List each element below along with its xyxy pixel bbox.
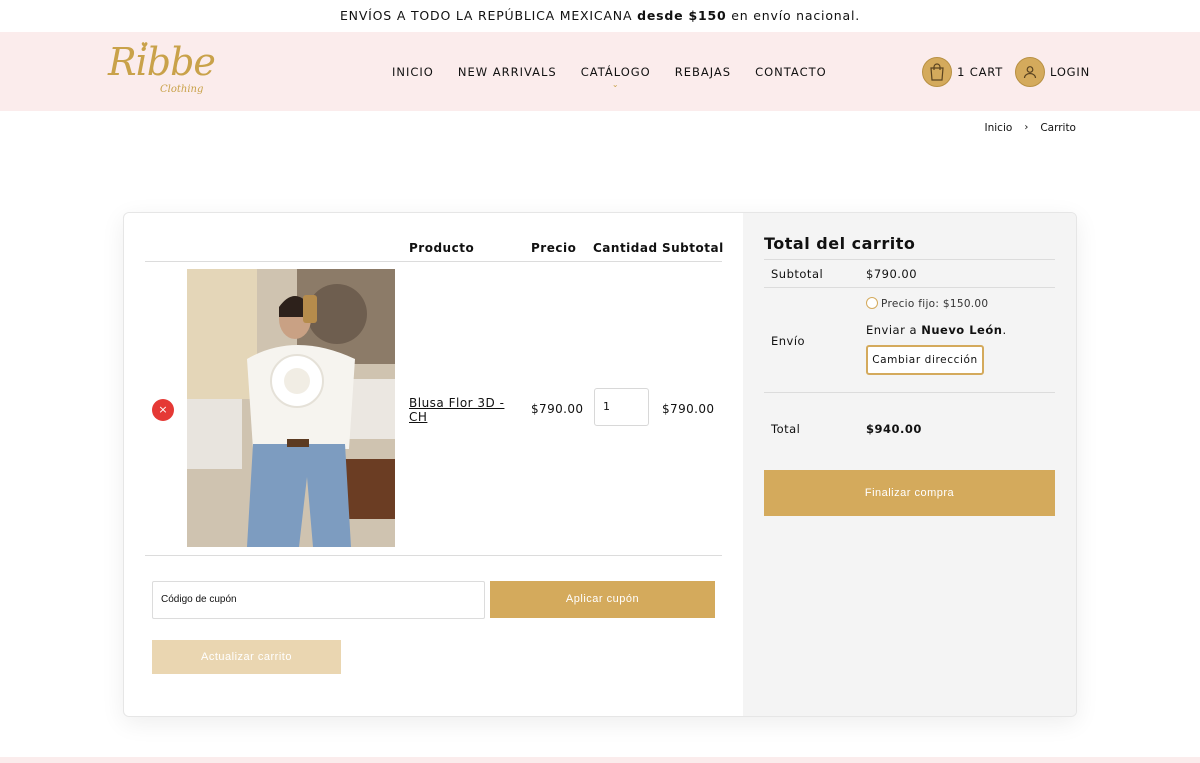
breadcrumb-separator: › xyxy=(1024,122,1029,133)
site-header: Ribbe ♥ Clothing INICIO NEW ARRIVALS CAT… xyxy=(0,32,1200,111)
ship-to-prefix: Enviar a xyxy=(866,323,918,337)
nav-item-inicio[interactable]: INICIO xyxy=(392,65,434,79)
product-name-link[interactable]: Blusa Flor 3D - CH xyxy=(409,396,509,424)
logo-script: Ribbe xyxy=(108,40,216,84)
cart-table: Producto Precio Cantidad Subtotal × Blus… xyxy=(124,213,743,716)
ship-to-place: Nuevo León xyxy=(921,323,1003,337)
chevron-down-icon: ⌄ xyxy=(611,79,620,89)
breadcrumb-carrito: Carrito xyxy=(1040,122,1076,134)
total-label: Total xyxy=(771,422,801,436)
apply-coupon-button[interactable]: Aplicar cupón xyxy=(490,581,715,618)
footer-strip xyxy=(0,757,1200,763)
nav-item-catalogo[interactable]: CATÁLOGO ⌄ xyxy=(580,64,651,89)
remove-item-button[interactable]: × xyxy=(152,399,174,421)
totals-divider-top xyxy=(764,259,1055,260)
totals-divider-shipping xyxy=(764,392,1055,393)
total-value: $940.00 xyxy=(866,422,922,436)
checkout-button[interactable]: Finalizar compra xyxy=(764,470,1055,516)
update-cart-button[interactable]: Actualizar carrito xyxy=(152,640,341,674)
shipping-option-label[interactable]: Precio fijo: $150.00 xyxy=(881,298,988,310)
nav-item-contacto[interactable]: CONTACTO xyxy=(755,65,827,79)
column-header-quantity: Cantidad xyxy=(593,241,658,255)
breadcrumb: Inicio › Carrito xyxy=(985,122,1076,134)
quantity-input[interactable]: 1 xyxy=(594,388,649,426)
item-price: $790.00 xyxy=(531,402,584,416)
breadcrumb-inicio[interactable]: Inicio xyxy=(985,122,1013,134)
cart-totals: Total del carrito Subtotal $790.00 Envío… xyxy=(743,213,1076,716)
logo-subtitle: Clothing xyxy=(160,84,204,95)
cart-link[interactable]: 1 CART xyxy=(957,65,1003,79)
shopping-bag-icon[interactable] xyxy=(922,56,953,87)
ship-to-suffix: . xyxy=(1002,323,1007,337)
brand-logo[interactable]: Ribbe ♥ Clothing xyxy=(108,38,228,104)
cart-totals-title: Total del carrito xyxy=(764,234,916,253)
shipping-label: Envío xyxy=(771,334,806,348)
announcement-suffix: en envío nacional. xyxy=(731,8,860,23)
announcement-highlight: desde $150 xyxy=(637,8,727,23)
subtotal-label: Subtotal xyxy=(771,267,824,281)
column-header-subtotal: Subtotal xyxy=(662,241,724,255)
change-address-button[interactable]: Cambiar dirección xyxy=(866,345,984,375)
announcement-text: ENVÍOS A TODO LA REPÚBLICA MEXICANA xyxy=(339,8,633,23)
column-header-product: Producto xyxy=(409,241,475,255)
announcement-bar: ENVÍOS A TODO LA REPÚBLICA MEXICANA desd… xyxy=(0,0,1200,32)
shipping-radio[interactable] xyxy=(866,297,878,309)
header-divider xyxy=(145,261,722,262)
nav-item-catalogo-label: CATÁLOGO xyxy=(580,64,651,79)
nav-item-rebajas[interactable]: REBAJAS xyxy=(675,65,731,79)
login-link[interactable]: LOGIN xyxy=(1050,65,1090,79)
column-header-price: Precio xyxy=(531,241,577,255)
coupon-input[interactable]: Código de cupón xyxy=(152,581,485,619)
header-actions: 1 CART LOGIN xyxy=(922,32,1090,111)
item-subtotal: $790.00 xyxy=(662,402,715,416)
ship-to-text: Enviar a Nuevo León. xyxy=(866,323,1007,337)
main-nav: INICIO NEW ARRIVALS CATÁLOGO ⌄ REBAJAS C… xyxy=(380,32,839,111)
row-divider xyxy=(145,555,722,556)
subtotal-value: $790.00 xyxy=(866,267,918,281)
nav-item-new-arrivals[interactable]: NEW ARRIVALS xyxy=(458,65,557,79)
user-icon[interactable] xyxy=(1015,56,1046,87)
product-image[interactable] xyxy=(187,269,395,547)
cart-card: Producto Precio Cantidad Subtotal × Blus… xyxy=(123,212,1077,717)
heart-icon: ♥ xyxy=(141,41,149,50)
totals-divider-subtotal xyxy=(764,287,1055,288)
